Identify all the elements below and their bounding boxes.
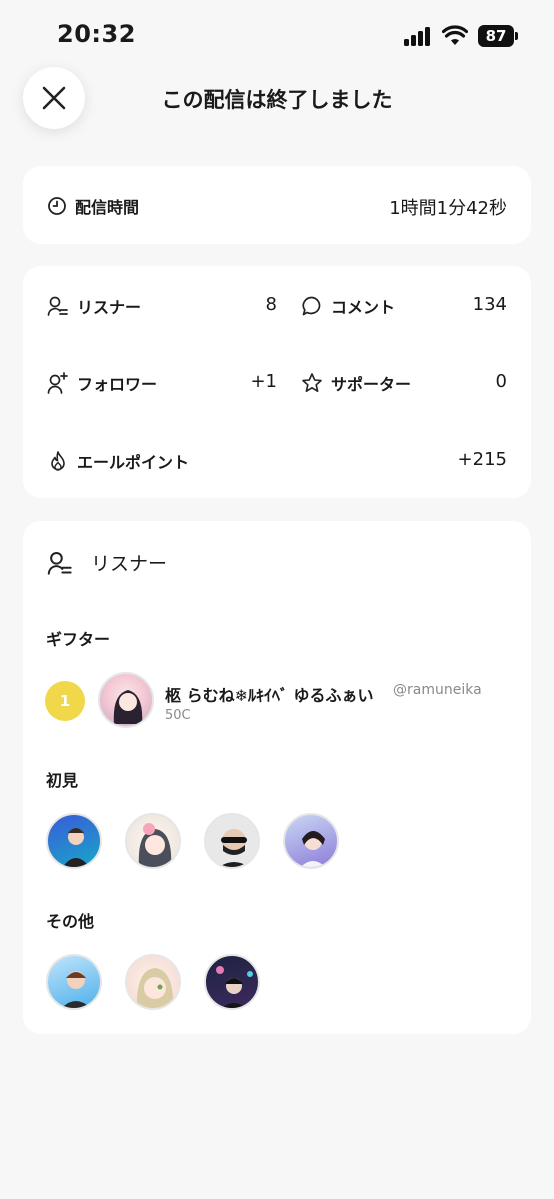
followers-stat: フォロワー xyxy=(47,371,157,395)
first-time-listener-avatar[interactable] xyxy=(283,813,339,869)
first-time-listener-avatar[interactable] xyxy=(125,813,181,869)
others-heading: その他 xyxy=(46,912,95,931)
wifi-icon xyxy=(442,25,468,45)
listeners-section-header: リスナー xyxy=(47,549,167,576)
first-time-listener-avatar[interactable] xyxy=(204,813,260,869)
listeners-label: リスナー xyxy=(77,298,142,317)
listeners-card: リスナー xyxy=(23,521,531,1034)
comments-label: コメント xyxy=(331,298,396,317)
status-bar: 20:32 87 xyxy=(0,0,554,70)
comment-bubble-icon xyxy=(302,296,321,316)
other-listener-avatar[interactable] xyxy=(46,954,102,1010)
listener-icon xyxy=(47,551,72,575)
gifter-name: 柩 らむね❄︎ﾙｷｲﾍﾞ ゆるふぁい xyxy=(165,686,374,705)
duration-card: 配信時間 1時間1分42秒 xyxy=(23,166,531,244)
status-time: 20:32 xyxy=(57,20,136,48)
listeners-stat: リスナー xyxy=(47,294,141,318)
gifter-handle: @ramuneika xyxy=(393,682,482,698)
first-time-heading: 初見 xyxy=(46,771,79,790)
supporters-value: 0 xyxy=(495,371,507,392)
battery-level: 87 xyxy=(478,25,514,47)
listeners-value: 8 xyxy=(265,294,277,315)
followers-label: フォロワー xyxy=(77,375,158,394)
stats-card: リスナー 8 コメント 134 フォロワー +1 サポーター 0 エールポイント… xyxy=(23,266,531,498)
supporters-label: サポーター xyxy=(331,375,412,394)
duration-row: 配信時間 xyxy=(47,194,139,218)
follower-add-icon xyxy=(47,372,68,394)
page-title: この配信は終了しました xyxy=(161,88,393,112)
comments-value: 134 xyxy=(472,294,507,315)
cellular-signal-icon xyxy=(404,26,434,46)
other-listener-avatar[interactable] xyxy=(125,954,181,1010)
flame-icon xyxy=(51,451,65,471)
other-listener-avatar[interactable] xyxy=(204,954,260,1010)
star-icon xyxy=(302,373,322,392)
duration-value: 1時間1分42秒 xyxy=(389,198,507,219)
first-time-listener-avatar[interactable] xyxy=(46,813,102,869)
supporters-stat: サポーター xyxy=(301,371,411,395)
followers-value: +1 xyxy=(250,371,277,392)
clock-icon xyxy=(48,197,66,215)
yell-points-value: +215 xyxy=(457,449,507,470)
gifter-amount: 50C xyxy=(165,708,191,723)
yell-points-label: エールポイント xyxy=(77,453,190,472)
yell-points-stat: エールポイント xyxy=(47,449,189,473)
gifter-avatar[interactable] xyxy=(98,672,154,728)
battery-icon: 87 xyxy=(478,25,518,47)
listener-icon xyxy=(47,296,68,316)
comments-stat: コメント xyxy=(301,294,395,318)
listeners-section-title: リスナー xyxy=(91,553,168,575)
gifter-heading: ギフター xyxy=(46,630,111,649)
duration-label: 配信時間 xyxy=(75,198,140,217)
rank-badge: 1 xyxy=(45,681,85,721)
